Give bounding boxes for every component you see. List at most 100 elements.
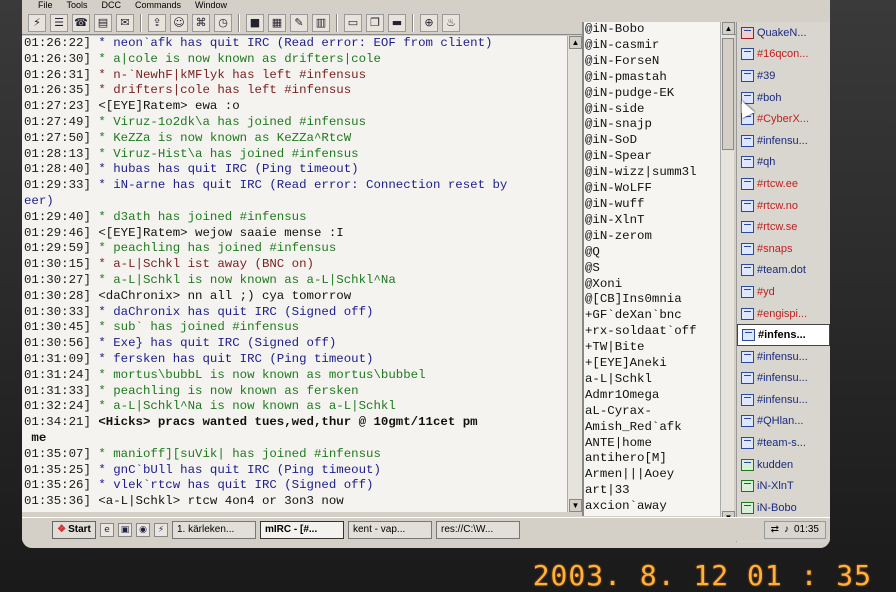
desktop-icon[interactable]: ▣ (118, 522, 132, 537)
switchbar-item[interactable]: #infensu... (737, 130, 830, 152)
volume-icon[interactable]: ♪ (784, 524, 789, 535)
address-book-icon[interactable]: ☎ (72, 13, 90, 32)
channel-window-icon (741, 69, 754, 82)
colors-icon[interactable]: ■ (246, 13, 264, 32)
switchbar-item[interactable]: #QHlan... (737, 411, 830, 433)
menu-window[interactable]: Window (195, 0, 227, 11)
switchbar-item[interactable]: #yd (737, 281, 830, 303)
switchbar-item[interactable]: #team.dot (737, 260, 830, 282)
start-button[interactable]: ❖ Start (52, 520, 96, 539)
nick-item[interactable]: @S (584, 261, 720, 277)
url-list-icon[interactable]: ⌘ (192, 13, 210, 32)
nick-item[interactable]: @iN-Bobo (584, 22, 720, 38)
received-files-icon[interactable]: ▥ (312, 13, 330, 32)
nicklist-scroll-up-icon[interactable]: ▲ (722, 22, 735, 35)
nick-item[interactable]: @iN-pmastah (584, 70, 720, 86)
nick-item[interactable]: @iN-SoD (584, 133, 720, 149)
chat-message: * peachling is now known as fersken (90, 383, 359, 398)
media-icon[interactable]: ◉ (136, 522, 150, 537)
taskbar-button[interactable]: mIRC - [#... (260, 520, 344, 539)
switchbar-item[interactable]: #infensu... (737, 389, 830, 411)
nick-item[interactable]: art|33 (584, 483, 720, 499)
dcc-chat-icon[interactable]: ☺ (170, 13, 188, 32)
switchbar-item[interactable]: QuakeN... (737, 22, 830, 44)
switchbar-item[interactable]: #infens... (737, 324, 830, 346)
clock[interactable]: 01:35 (794, 524, 819, 535)
nick-item[interactable]: axcion`away (584, 499, 720, 515)
nick-item[interactable]: +GF`deXan`bnc (584, 308, 720, 324)
arrange-icon[interactable]: ▬ (388, 13, 406, 32)
nick-item[interactable]: @iN-WoLFF (584, 181, 720, 197)
ie-icon[interactable]: e (100, 522, 114, 537)
nick-item[interactable]: ANTE|home (584, 436, 720, 452)
switchbar-item[interactable]: #team-s... (737, 432, 830, 454)
nick-item[interactable]: @iN-wuff (584, 197, 720, 213)
nick-item[interactable]: +[EYE]Aneki (584, 356, 720, 372)
taskbar-button[interactable]: kent - vap... (348, 520, 432, 539)
switchbar-item[interactable]: iN-Bobo (737, 497, 830, 519)
tile-icon[interactable]: ▭ (344, 13, 362, 32)
nick-item[interactable]: Amish_Red`afk (584, 420, 720, 436)
connect-icon[interactable]: ⚡ (28, 13, 46, 32)
nick-item[interactable]: @iN-pudge-EK (584, 86, 720, 102)
switchbar-item[interactable]: #qh (737, 152, 830, 174)
switchbar-item[interactable]: #rtcw.se (737, 216, 830, 238)
bulb-icon[interactable]: ♨ (442, 13, 460, 32)
nick-item[interactable]: Armen|||Aoey (584, 467, 720, 483)
switchbar-item[interactable]: #snaps (737, 238, 830, 260)
switchbar-item[interactable]: iN-XlnT (737, 475, 830, 497)
channels-folder-icon[interactable]: ▤ (94, 13, 112, 32)
nick-item[interactable]: @iN-ForseN (584, 54, 720, 70)
nick-item[interactable]: @iN-snajp (584, 117, 720, 133)
switchbar-item[interactable]: #39 (737, 65, 830, 87)
switchbar-item[interactable]: #infensu... (737, 346, 830, 368)
nick-item[interactable]: @iN-wizz|summ3l (584, 165, 720, 181)
switchbar-item[interactable]: #rtcw.ee (737, 173, 830, 195)
timestamp: 01:30:33] (24, 304, 91, 319)
notify-icon[interactable]: ✉ (116, 13, 134, 32)
switchbar-item[interactable]: #engispi... (737, 303, 830, 325)
taskbar-button[interactable]: res://C:\W... (436, 520, 520, 539)
menu-dcc[interactable]: DCC (102, 0, 122, 11)
help-icon[interactable]: ⊕ (420, 13, 438, 32)
nicklist-scrollbar[interactable]: ▲ ▼ (720, 22, 735, 524)
nick-item[interactable]: @Q (584, 245, 720, 261)
menu-commands[interactable]: Commands (135, 0, 181, 11)
nick-item[interactable]: aL-Cyrax- (584, 404, 720, 420)
chat-scrollbar[interactable]: ▲ ▼ (567, 36, 582, 512)
nick-item[interactable]: @iN-XlnT (584, 213, 720, 229)
nick-item[interactable]: @iN-casmir (584, 38, 720, 54)
nick-item[interactable]: @Xoni (584, 277, 720, 293)
scroll-up-arrow-icon[interactable]: ▲ (569, 36, 582, 49)
nick-item[interactable]: a-L|Schkl (584, 372, 720, 388)
nick-item[interactable]: Admr1Omega (584, 388, 720, 404)
nick-item[interactable]: bD-B^Balta (584, 515, 720, 516)
nick-item[interactable]: @iN-side (584, 102, 720, 118)
timer-icon[interactable]: ◷ (214, 13, 232, 32)
switchbar-item[interactable]: #infensu... (737, 368, 830, 390)
chat-message: * hubas has quit IRC (Ping timeout) (90, 162, 359, 177)
nick-item[interactable]: +rx-soldaat`off (584, 324, 720, 340)
switchbar-item[interactable]: kudden (737, 454, 830, 476)
nick-item[interactable]: @[CB]Ins0mnia (584, 292, 720, 308)
switchbar-item[interactable]: #rtcw.no (737, 195, 830, 217)
channel-text-area[interactable]: 01:26:22] * neon`afk has quit IRC (Read … (22, 36, 567, 512)
switchbar-item[interactable]: #16qcon... (737, 44, 830, 66)
nick-item[interactable]: @iN-Spear (584, 149, 720, 165)
cascade-icon[interactable]: ❐ (366, 13, 384, 32)
nick-item[interactable]: antihero[M] (584, 451, 720, 467)
menu-file[interactable]: File (38, 0, 53, 11)
dcc-send-icon[interactable]: ⇪ (148, 13, 166, 32)
script-icon[interactable]: ✎ (290, 13, 308, 32)
options-icon[interactable]: ☰ (50, 13, 68, 32)
nick-item[interactable]: @iN-zerom (584, 229, 720, 245)
winamp-icon[interactable]: ⚡ (154, 522, 168, 537)
scroll-down-arrow-icon[interactable]: ▼ (569, 499, 582, 512)
nick-list[interactable]: @iN-Bobo @iN-casmir @iN-ForseN @iN-pmastah @… (582, 22, 720, 516)
menu-tools[interactable]: Tools (67, 0, 88, 11)
network-icon[interactable]: ⇄ (771, 524, 779, 535)
nicklist-scroll-thumb[interactable] (722, 38, 734, 150)
taskbar-button[interactable]: 1. kärleken... (172, 520, 256, 539)
nick-item[interactable]: +TW|Bite (584, 340, 720, 356)
log-icon[interactable]: ▦ (268, 13, 286, 32)
